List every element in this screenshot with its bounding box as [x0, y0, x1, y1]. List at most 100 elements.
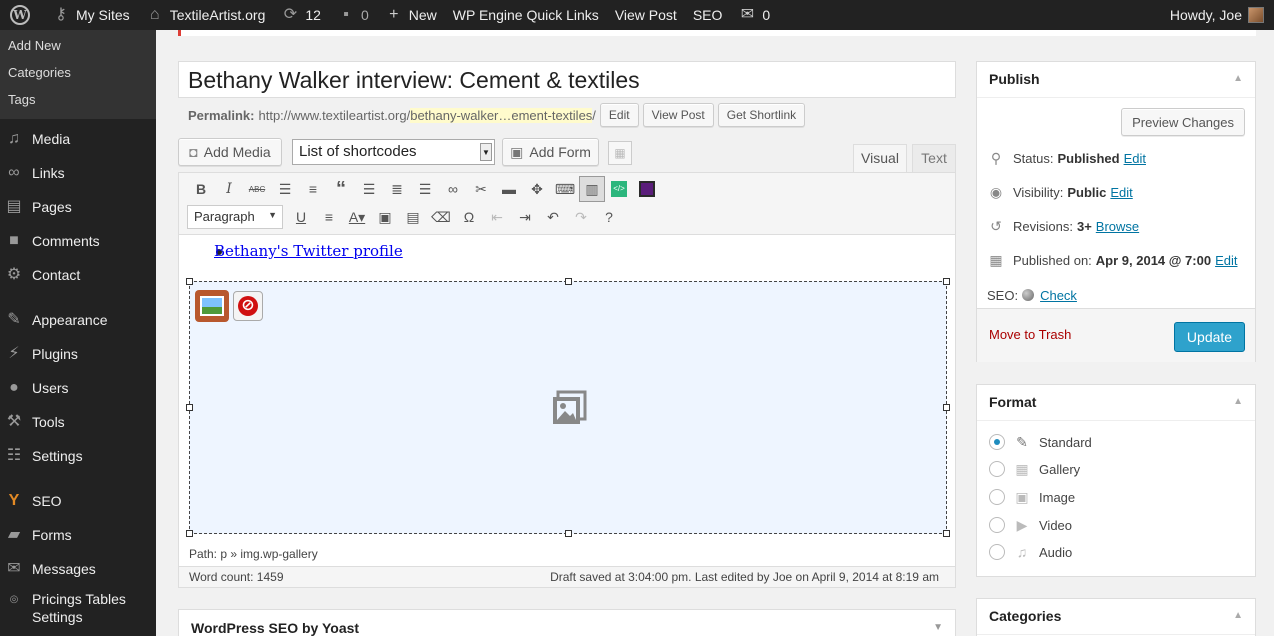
gallery-placeholder[interactable]: ⊘ — [186, 278, 950, 537]
preview-changes-button[interactable]: Preview Changes — [1121, 108, 1245, 136]
move-to-trash-link[interactable]: Move to Trash — [989, 327, 1071, 342]
sidebar-item-users[interactable]: ● Users — [0, 371, 156, 405]
account-menu[interactable]: Howdy, Joe — [1162, 0, 1274, 30]
twitter-profile-link[interactable]: Bethany's Twitter profile — [214, 242, 403, 260]
help-icon[interactable]: ? — [595, 204, 623, 230]
resize-handle[interactable] — [565, 530, 572, 537]
text-color-icon[interactable]: A▾ — [343, 204, 371, 230]
wp-logo-menu[interactable]: W — [0, 0, 44, 30]
align-right-icon[interactable]: ☰ — [411, 176, 439, 202]
format-option-standard[interactable]: ✎ Standard — [989, 431, 1092, 453]
shortcodes-select[interactable]: List of shortcodes ▼ — [292, 139, 495, 165]
messages-menu[interactable]: ✉ 0 — [730, 0, 778, 30]
add-form-button[interactable]: ▣ Add Form — [502, 138, 599, 166]
sidebar-item-contact[interactable]: ⚙ Contact — [0, 258, 156, 292]
strikethrough-icon[interactable]: ABC — [243, 176, 271, 202]
new-content-menu[interactable]: + New — [377, 0, 445, 30]
add-media-button[interactable]: ◘ Add Media — [178, 138, 282, 166]
sidebar-item-settings[interactable]: ☷ Settings — [0, 439, 156, 473]
sidebar-item-messages[interactable]: ✉ Messages — [0, 552, 156, 586]
keyboard-icon[interactable]: ⌨ — [551, 176, 579, 202]
resize-handle[interactable] — [943, 530, 950, 537]
resize-handle[interactable] — [186, 530, 193, 537]
resize-handle[interactable] — [943, 404, 950, 411]
format-option-audio[interactable]: ♫ Audio — [989, 541, 1072, 563]
publish-header[interactable]: Publish ▲ — [977, 62, 1255, 98]
calendar-icon[interactable]: ▦ — [608, 141, 632, 165]
format-option-video[interactable]: ▶ Video — [989, 514, 1072, 536]
toolbar-toggle-icon[interactable]: ▥ — [579, 176, 605, 202]
sidebar-item-media[interactable]: ♫ Media — [0, 122, 156, 156]
resize-handle[interactable] — [943, 278, 950, 285]
submenu-categories[interactable]: Categories — [0, 60, 156, 87]
underline-icon[interactable]: U — [287, 204, 315, 230]
chevron-up-icon[interactable]: ▲ — [1233, 396, 1243, 407]
edit-gallery-button[interactable] — [195, 290, 229, 322]
indent-icon[interactable]: ⇥ — [511, 204, 539, 230]
sidebar-item-plugins[interactable]: ⚡ Plugins — [0, 337, 156, 371]
tab-visual[interactable]: Visual — [853, 144, 907, 172]
format-header[interactable]: Format ▲ — [977, 385, 1255, 421]
submenu-tags[interactable]: Tags — [0, 87, 156, 114]
edit-date-link[interactable]: Edit — [1215, 253, 1237, 268]
numbered-list-icon[interactable]: ≡ — [299, 176, 327, 202]
read-more-icon[interactable]: ▬ — [495, 176, 523, 202]
paste-word-icon[interactable]: ▤ — [399, 204, 427, 230]
sidebar-item-links[interactable]: ∞ Links — [0, 156, 156, 190]
update-button[interactable]: Update — [1174, 322, 1245, 352]
italic-icon[interactable]: I — [215, 176, 243, 202]
justify-icon[interactable]: ≡ — [315, 204, 343, 230]
wpengine-menu[interactable]: WP Engine Quick Links — [445, 0, 607, 30]
special-character-icon[interactable]: Ω — [455, 204, 483, 230]
sidebar-item-appearance[interactable]: ✎ Appearance — [0, 303, 156, 337]
sidebar-item-pages[interactable]: ▤ Pages — [0, 190, 156, 224]
seo-menu[interactable]: SEO — [685, 0, 731, 30]
sidebar-item-forms[interactable]: ▰ Forms — [0, 518, 156, 552]
bullet-list-icon[interactable]: ☰ — [271, 176, 299, 202]
bold-icon[interactable]: B — [187, 176, 215, 202]
unlink-icon[interactable]: ✂ — [467, 176, 495, 202]
browse-revisions-link[interactable]: Browse — [1096, 219, 1139, 234]
edit-status-link[interactable]: Edit — [1124, 151, 1146, 166]
clear-formatting-icon[interactable]: ⌫ — [427, 204, 455, 230]
view-post-button[interactable]: View Post — [642, 103, 714, 127]
yoast-seo-metabox[interactable]: WordPress SEO by Yoast ▼ — [178, 609, 956, 636]
radio[interactable] — [989, 489, 1005, 505]
align-center-icon[interactable]: ≣ — [383, 176, 411, 202]
link-icon[interactable]: ∞ — [439, 176, 467, 202]
fullscreen-icon[interactable]: ✥ — [523, 176, 551, 202]
get-shortlink-button[interactable]: Get Shortlink — [717, 103, 806, 127]
radio-selected[interactable] — [989, 434, 1005, 450]
paragraph-format-select[interactable]: Paragraph ▼ — [187, 205, 283, 229]
chevron-up-icon[interactable]: ▲ — [1233, 73, 1243, 84]
undo-icon[interactable]: ↶ — [539, 204, 567, 230]
delete-gallery-button[interactable]: ⊘ — [233, 291, 263, 321]
resize-handle[interactable] — [565, 278, 572, 285]
grid-plugin-icon[interactable] — [633, 176, 661, 202]
edit-visibility-link[interactable]: Edit — [1110, 185, 1132, 200]
radio[interactable] — [989, 461, 1005, 477]
radio[interactable] — [989, 517, 1005, 533]
sidebar-item-tools[interactable]: ⚒ Tools — [0, 405, 156, 439]
tab-text[interactable]: Text — [912, 144, 956, 172]
blockquote-icon[interactable]: “ — [327, 176, 355, 202]
updates-menu[interactable]: ⟳ 12 — [273, 0, 329, 30]
align-left-icon[interactable]: ☰ — [355, 176, 383, 202]
code-plugin-icon[interactable]: </> — [605, 176, 633, 202]
view-post-menu[interactable]: View Post — [607, 0, 685, 30]
resize-handle[interactable] — [186, 404, 193, 411]
permalink-slug[interactable]: bethany-walker…ement-textiles — [410, 107, 593, 123]
outdent-icon[interactable]: ⇤ — [483, 204, 511, 230]
seo-check-link[interactable]: Check — [1040, 288, 1077, 303]
sidebar-item-pricing-tables[interactable]: ◎ Pricings Tables Settings — [0, 586, 156, 630]
radio[interactable] — [989, 544, 1005, 560]
categories-header[interactable]: Categories ▲ — [977, 599, 1255, 635]
comments-menu[interactable]: ▪ 0 — [329, 0, 377, 30]
edit-permalink-button[interactable]: Edit — [599, 103, 639, 127]
resize-handle[interactable] — [186, 278, 193, 285]
my-sites-menu[interactable]: ⚷ My Sites — [44, 0, 138, 30]
sidebar-item-seo[interactable]: Y SEO — [0, 484, 156, 518]
paste-text-icon[interactable]: ▣ — [371, 204, 399, 230]
submenu-add-new[interactable]: Add New — [0, 33, 156, 60]
chevron-up-icon[interactable]: ▲ — [1233, 610, 1243, 621]
